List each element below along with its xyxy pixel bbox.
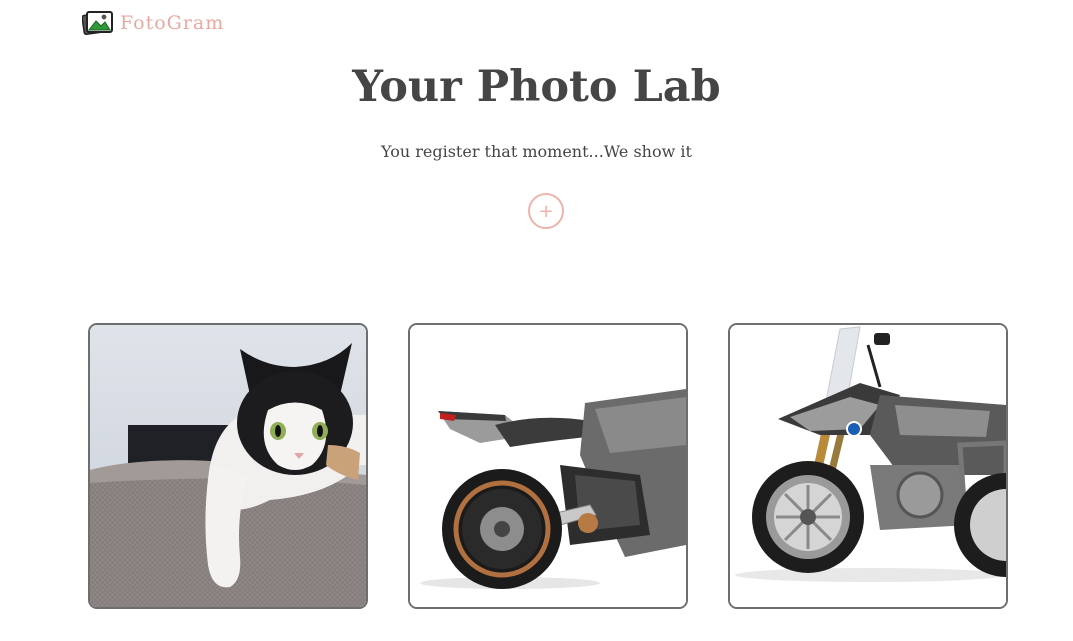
page: FotoGram Your Photo Lab You register tha… — [0, 0, 1073, 641]
add-photo-button[interactable]: + — [528, 193, 564, 229]
adventure-motorcycle-photo — [730, 325, 1006, 607]
electric-motorcycle-photo — [410, 325, 686, 607]
photo-gallery-icon — [82, 11, 113, 36]
page-title: Your Photo Lab — [352, 62, 721, 112]
gallery-card-adventure-motorcycle[interactable] — [728, 323, 1008, 609]
brand-link[interactable]: FotoGram — [82, 9, 224, 37]
brand-name: FotoGram — [120, 12, 225, 34]
page-subtitle: You register that moment...We show it — [381, 142, 692, 161]
cat-photo — [90, 325, 366, 607]
gallery-card-cat[interactable] — [88, 323, 368, 609]
gallery-card-electric-motorcycle[interactable] — [408, 323, 688, 609]
